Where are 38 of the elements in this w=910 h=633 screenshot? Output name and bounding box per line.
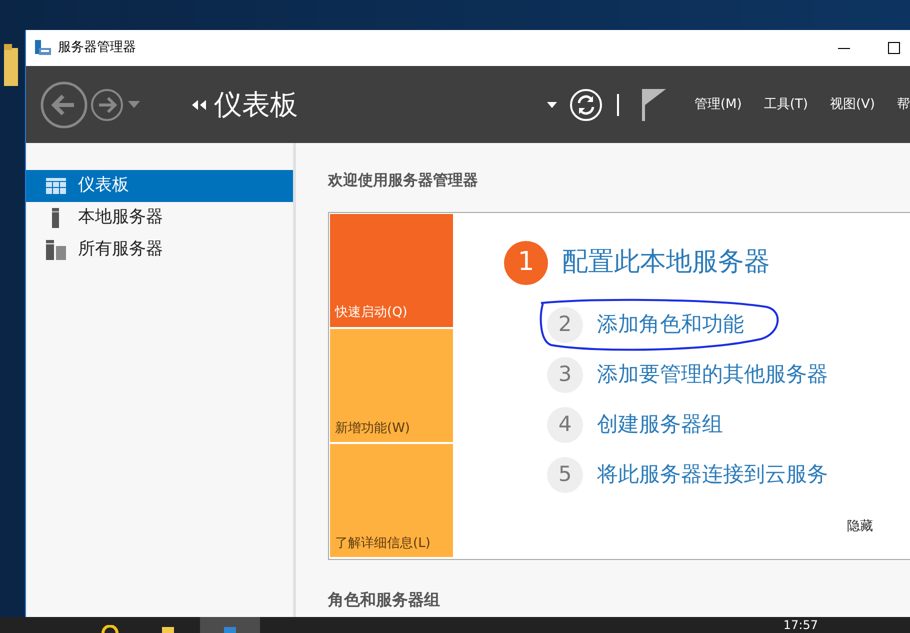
separator-icon [617, 94, 620, 116]
step-number: 3 [547, 356, 583, 392]
window-title: 服务器管理器 [58, 39, 136, 58]
step-link[interactable]: 添加要管理的其他服务器 [597, 358, 828, 390]
tab-tile[interactable]: 新增功能(W) [330, 328, 453, 442]
breadcrumb-title: 仪表板 [214, 86, 298, 122]
sidebar-item[interactable]: 本地服务器 [26, 202, 293, 234]
back-icon[interactable] [40, 80, 88, 128]
step-link[interactable]: 配置此本地服务器 [562, 243, 770, 282]
tab-tile[interactable]: 快速启动(Q) [330, 214, 453, 327]
step-number: 1 [504, 240, 548, 284]
menu-item[interactable]: 视图(V) [830, 94, 875, 114]
folder-icon[interactable] [4, 44, 18, 86]
caret-icon[interactable] [547, 102, 558, 108]
step-link[interactable]: 添加角色和功能 [597, 308, 744, 340]
tab-tile[interactable]: 了解详细信息(L) [330, 444, 453, 558]
sidebar-item[interactable]: 仪表板 [26, 170, 293, 202]
section-heading: 欢迎使用服务器管理器 [328, 170, 479, 191]
step-number: 5 [547, 456, 583, 492]
double-chevron-icon[interactable] [192, 100, 206, 110]
server-manager-icon [34, 39, 52, 57]
maximize-icon[interactable] [888, 42, 900, 54]
step-link[interactable]: 创建服务器组 [597, 408, 723, 440]
step-link[interactable]: 将此服务器连接到云服务 [597, 458, 828, 490]
menu-item[interactable]: 管理(M) [694, 94, 742, 114]
dashboard-icon [46, 178, 66, 194]
servers-icon [46, 240, 66, 260]
forward-icon[interactable] [90, 88, 124, 122]
section-heading: 角色和服务器组 [328, 588, 441, 610]
refresh-icon[interactable] [569, 88, 604, 122]
sidebar-item[interactable]: 所有服务器 [26, 234, 293, 266]
hide-link[interactable]: 隐藏 [847, 517, 873, 536]
menu-item[interactable]: 帮 [897, 94, 910, 114]
step-number: 4 [547, 406, 583, 442]
flag-icon[interactable] [642, 88, 666, 120]
menu-item[interactable]: 工具(T) [764, 94, 808, 114]
step-number: 2 [547, 306, 583, 342]
clock-time: 17:57 [783, 617, 818, 633]
